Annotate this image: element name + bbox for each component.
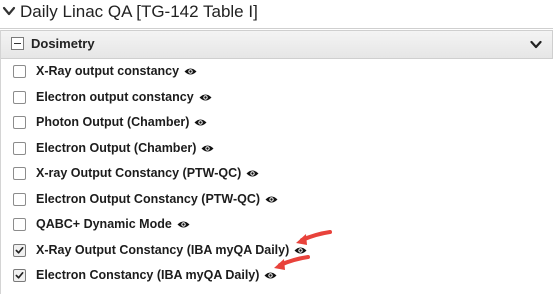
annotation-arrow [296, 230, 332, 245]
annotation-arrow [274, 255, 310, 270]
item-label[interactable]: X-Ray output constancy [36, 63, 197, 79]
page-title: Daily Linac QA [TG-142 Table I] [20, 2, 258, 21]
item-label-text: X-ray Output Constancy (PTW-QC) [36, 166, 242, 180]
item-label[interactable]: Electron Output Constancy (PTW-QC) [36, 191, 278, 207]
item-checkbox[interactable] [13, 116, 26, 129]
item-checkbox[interactable] [13, 167, 26, 180]
item-label-text: Electron Constancy (IBA myQA Daily) [36, 268, 260, 282]
item-label-text: Electron Output (Chamber) [36, 140, 197, 155]
item-label[interactable]: QABC+ Dynamic Mode [36, 216, 190, 232]
item-label[interactable]: Photon Output (Chamber) [36, 114, 207, 130]
eye-icon[interactable] [246, 166, 259, 177]
page-header: Daily Linac QA [TG-142 Table I] [0, 0, 553, 29]
item-checkbox[interactable] [13, 90, 26, 104]
list-item: Electron output constancy [1, 85, 553, 111]
item-label-text: QABC+ Dynamic Mode [36, 217, 172, 231]
item-label-text: X-Ray output constancy [36, 64, 180, 78]
item-label-text: Electron output constancy [36, 89, 194, 104]
item-label[interactable]: Electron output constancy [36, 89, 212, 105]
list-item: Photon Output (Chamber) [1, 110, 553, 136]
item-label[interactable]: X-ray Output Constancy (PTW-QC) [36, 165, 259, 181]
eye-icon[interactable] [201, 141, 214, 151]
section-title: Dosimetry [31, 36, 95, 51]
list-item: X-ray Output Constancy (PTW-QC) [1, 161, 553, 187]
item-label-text: X-Ray Output Constancy (IBA myQA Daily) [36, 242, 290, 257]
chevron-down-icon[interactable] [530, 40, 542, 50]
collapse-icon[interactable] [11, 37, 24, 50]
item-label-text: Electron Output Constancy (PTW-QC) [36, 191, 261, 206]
item-checkbox[interactable] [13, 218, 26, 231]
list-item: Electron Output Constancy (PTW-QC) [1, 187, 553, 213]
item-label[interactable]: X-Ray Output Constancy (IBA myQA Daily) [36, 242, 307, 258]
item-checkbox[interactable] [13, 141, 26, 155]
eye-icon[interactable] [194, 115, 207, 126]
item-label[interactable]: Electron Output (Chamber) [36, 140, 214, 156]
item-checkbox[interactable] [13, 65, 26, 78]
eye-icon[interactable] [199, 90, 212, 100]
list-item: QABC+ Dynamic Mode [1, 212, 553, 238]
eye-icon[interactable] [177, 217, 190, 228]
item-checkbox[interactable] [13, 269, 26, 282]
item-label-text: Photon Output (Chamber) [36, 115, 190, 129]
item-label[interactable]: Electron Constancy (IBA myQA Daily) [36, 267, 277, 283]
list-item: X-Ray output constancy [1, 59, 553, 85]
item-checkbox[interactable] [13, 192, 26, 206]
item-checkbox[interactable] [13, 243, 26, 257]
chevron-down-icon[interactable] [2, 4, 16, 18]
section-header[interactable]: Dosimetry [1, 30, 553, 59]
eye-icon[interactable] [184, 64, 197, 75]
eye-icon[interactable] [265, 192, 278, 202]
list-item: Electron Output (Chamber) [1, 136, 553, 162]
